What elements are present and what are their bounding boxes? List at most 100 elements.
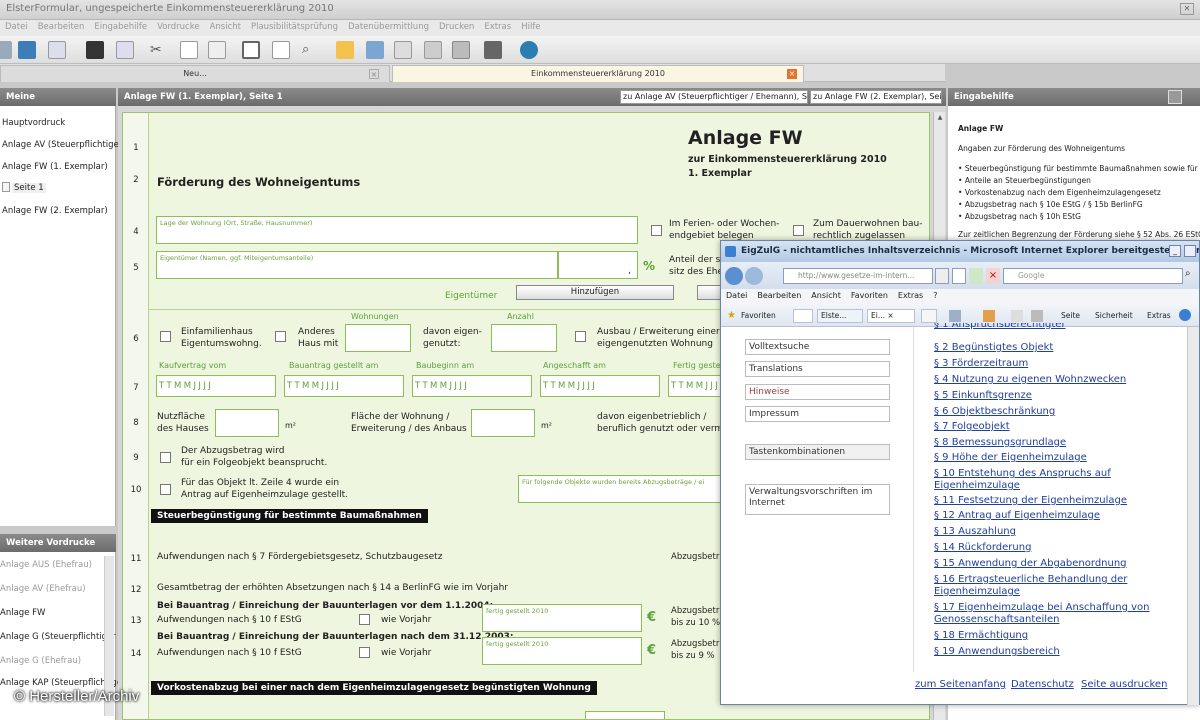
menu-bearbeiten[interactable]: Bearbeiten: [33, 20, 90, 34]
toc-link[interactable]: § 13 Auszahlung: [934, 525, 1016, 538]
ie-extras[interactable]: Extras: [1147, 311, 1171, 320]
address-input[interactable]: http://www.gesetze-im-intern...: [783, 268, 933, 284]
toc-link[interactable]: § 6 Objektbeschränkung: [934, 405, 1055, 418]
baubeginn-date-input[interactable]: TTMMJJJJ: [412, 375, 532, 397]
browser-maximize-button[interactable]: [1184, 245, 1196, 257]
help-bullet[interactable]: • Abzugsbetrag nach § 10e EStG / § 15b B…: [958, 200, 1143, 209]
menu-datei[interactable]: Datei: [0, 20, 33, 34]
toc-link[interactable]: § 12 Antrag auf Eigenheimzulage: [934, 509, 1100, 522]
browser-minimize-button[interactable]: _: [1169, 245, 1181, 257]
vordruck-item[interactable]: Anlage G (Steuerpflichtiger / E...: [0, 632, 138, 642]
open-folder-icon[interactable]: [18, 41, 36, 59]
ie-menu-favoriten[interactable]: Favoriten: [846, 289, 893, 302]
flaeche-input[interactable]: [471, 409, 535, 437]
dauer-checkbox[interactable]: [793, 225, 804, 236]
r13-amount-input[interactable]: fertig gestellt 2010: [482, 604, 642, 632]
kaufvertrag-date-input[interactable]: TTMMJJJJ: [156, 375, 276, 397]
toc-link[interactable]: § 8 Bemessungsgrundlage: [934, 436, 1066, 449]
home-icon[interactable]: [949, 310, 961, 322]
ausbau-checkbox[interactable]: [575, 331, 586, 342]
minimize-icon[interactable]: [1168, 90, 1182, 104]
attach-icon[interactable]: [394, 41, 412, 59]
ie-tab-2[interactable]: Ei... ×: [867, 309, 915, 323]
menu-drucken[interactable]: Drucken: [434, 20, 479, 34]
ie-sicherheit[interactable]: Sicherheit: [1095, 311, 1133, 320]
forward-icon[interactable]: [745, 267, 763, 285]
search-icon[interactable]: ⌕: [1185, 268, 1197, 284]
r13-vorjahr-checkbox[interactable]: [359, 614, 370, 625]
folgeobjekte-input[interactable]: Für folgende Objekte wurden bereits Abzu…: [518, 475, 728, 503]
footer-drucken-link[interactable]: Seite ausdrucken: [1081, 679, 1167, 690]
ie-seite[interactable]: Seite: [1061, 311, 1080, 320]
toc-link[interactable]: § 3 Förderzeitraum: [934, 357, 1028, 370]
ie-tab-1[interactable]: Elste...: [817, 309, 863, 323]
ie-menu-ansicht[interactable]: Ansicht: [806, 289, 846, 302]
menu-extras[interactable]: Extras: [479, 20, 516, 34]
anteil-input[interactable]: ,: [558, 251, 638, 279]
vordruck-item[interactable]: Anlage G (Ehefrau): [0, 656, 81, 666]
toc-link[interactable]: § 1 Anspruchsberechtigter: [934, 323, 1066, 331]
eigenheimzulage-checkbox[interactable]: [160, 484, 171, 495]
ferien-checkbox[interactable]: [651, 225, 662, 236]
bauantrag-date-input[interactable]: TTMMJJJJ: [284, 375, 404, 397]
cut-icon[interactable]: ✂: [150, 41, 168, 59]
star-icon[interactable]: ★: [727, 310, 736, 321]
help-bullet[interactable]: • Vorkostenabzug nach dem Eigenheimzulag…: [958, 188, 1161, 197]
eigentuemer-input[interactable]: Eigentümer (Namen, ggf. Miteigentumsante…: [156, 251, 558, 279]
stop-icon[interactable]: ×: [986, 268, 1000, 284]
toc-link[interactable]: § 19 Anwendungsbereich: [934, 645, 1060, 658]
address-dropdown-icon[interactable]: [935, 268, 949, 284]
menu-plausibilitaet[interactable]: Plausibilitätsprüfung: [246, 20, 343, 34]
ie-menu-extras[interactable]: Extras: [893, 289, 928, 302]
toc-link[interactable]: § 9 Höhe der Eigenheimzulage: [934, 451, 1087, 464]
compat-icon[interactable]: [952, 268, 966, 284]
scroll-up-icon[interactable]: ▲: [936, 114, 944, 122]
translations-link[interactable]: Translations: [745, 361, 890, 377]
tastenkombinationen-link[interactable]: Tastenkombinationen: [745, 444, 890, 460]
volltextsuche-link[interactable]: Volltextsuche: [745, 339, 890, 355]
feeds-icon[interactable]: [983, 310, 995, 322]
print-icon[interactable]: [452, 41, 470, 59]
toc-link[interactable]: Eigenheimzulage: [934, 585, 1020, 598]
help-icon[interactable]: [1179, 309, 1191, 321]
window-close-button[interactable]: ✕: [1180, 3, 1194, 15]
menu-vordrucke[interactable]: Vordrucke: [152, 20, 205, 34]
print-preview-icon[interactable]: [424, 41, 442, 59]
menu-datenuebermittlung[interactable]: Datenübermittlung: [343, 20, 434, 34]
toc-link[interactable]: § 7 Folgeobjekt: [934, 420, 1010, 433]
calculator-icon[interactable]: [484, 41, 502, 59]
copy-icon[interactable]: [180, 41, 198, 59]
tree-item-hauptvordruck[interactable]: Hauptvordruck: [2, 118, 65, 128]
refresh-icon[interactable]: [969, 268, 983, 284]
menu-eingabehilfe[interactable]: Eingabehilfe: [89, 20, 152, 34]
browser-scrollbar[interactable]: [1187, 327, 1199, 705]
select-anlage-fw-2[interactable]: zu Anlage FW (2. Exemplar), Seite 1: [810, 90, 942, 104]
fertig-date-input[interactable]: TTMMJJJJ: [668, 375, 728, 397]
toc-link[interactable]: § 4 Nutzung zu eigenen Wohnzwecken: [934, 373, 1126, 386]
vordruck-item[interactable]: Anlage FW: [0, 608, 45, 618]
vordruck-item[interactable]: Anlage KAP (Steuerpflichtiger ...: [0, 678, 136, 688]
tree-item-anlage-fw-1[interactable]: Anlage FW (1. Exemplar): [2, 162, 108, 172]
verwaltungsvorschriften-link[interactable]: Verwaltungsvorschriften im Internet: [745, 484, 890, 515]
ie-menu-help[interactable]: ?: [928, 289, 942, 302]
page-width-icon[interactable]: [272, 41, 290, 59]
zoom-icon[interactable]: ⌕: [302, 41, 320, 59]
tab-einkommensteuer[interactable]: Einkommensteuererklärung 2010 ×: [392, 65, 804, 82]
new-tab-icon[interactable]: [921, 309, 937, 323]
back-icon[interactable]: [725, 267, 743, 285]
help-bullet[interactable]: • Abzugsbetrag nach § 10h EStG: [958, 212, 1081, 221]
tree-item-anlage-fw-2[interactable]: Anlage FW (2. Exemplar): [2, 206, 108, 216]
favoriten-label[interactable]: Favoriten: [741, 311, 776, 320]
vordruck-item[interactable]: Anlage AV (Ehefrau): [0, 584, 86, 594]
nutzflaeche-input[interactable]: [215, 409, 279, 437]
page-view-icon[interactable]: [242, 41, 260, 59]
wohnungen-input[interactable]: [345, 324, 411, 352]
ie-menu-bearbeiten[interactable]: Bearbeiten: [752, 289, 806, 302]
efh-checkbox[interactable]: [160, 331, 171, 342]
toc-link[interactable]: Genossenschaftsanteilen: [934, 613, 1060, 626]
r14-amount-input[interactable]: fertig gestellt 2010: [482, 637, 642, 665]
toc-link[interactable]: Eigenheimzulage: [934, 479, 1020, 492]
footer-seitenanfang-link[interactable]: zum Seitenanfang: [915, 679, 1006, 690]
mail-icon[interactable]: [1011, 310, 1023, 322]
eigengenutzt-input[interactable]: [491, 324, 557, 352]
